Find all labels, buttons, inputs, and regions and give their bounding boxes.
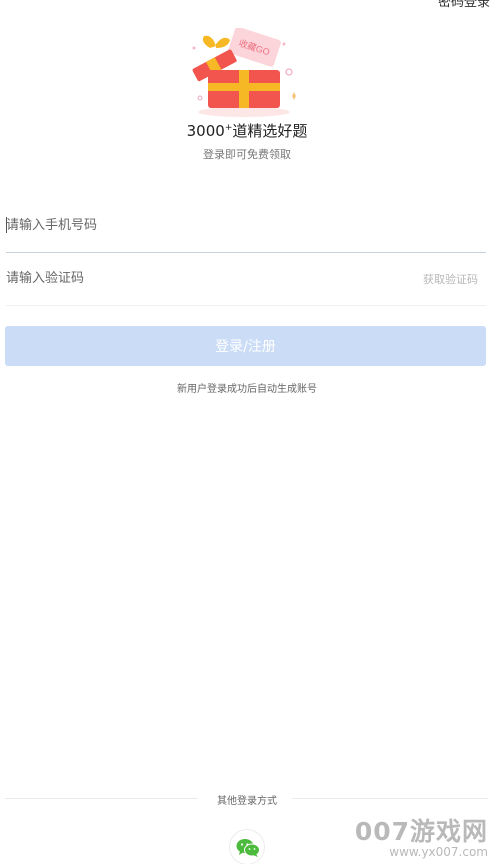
divider-right bbox=[292, 798, 488, 799]
watermark: 007游戏网 www.yx007.com bbox=[355, 812, 488, 859]
watermark-main: 007游戏网 bbox=[354, 817, 488, 846]
verification-code-input[interactable] bbox=[6, 251, 386, 305]
login-page: 密码登录 收藏GO 3000+道精选好题 登录即可免费领取 请输入手机号码 请输… bbox=[0, 0, 494, 864]
gift-box-icon: 收藏GO bbox=[192, 26, 296, 117]
gift-illustration: 收藏GO bbox=[186, 26, 308, 120]
code-field: 获取验证码 bbox=[6, 251, 486, 306]
phone-input[interactable] bbox=[6, 198, 386, 252]
login-register-button[interactable]: 登录/注册 bbox=[5, 326, 486, 366]
headline-number: 3000 bbox=[186, 122, 225, 140]
other-login-label: 其他登录方式 bbox=[217, 796, 277, 807]
auto-account-note: 新用户登录成功后自动生成账号 bbox=[177, 384, 317, 395]
banner-subtitle: 登录即可免费领取 bbox=[203, 148, 291, 161]
text-cursor bbox=[6, 217, 7, 233]
phone-field bbox=[6, 198, 486, 253]
wechat-login-button[interactable] bbox=[229, 829, 265, 864]
banner-headline: 3000+道精选好题 bbox=[0, 120, 494, 141]
password-login-link[interactable]: 密码登录 bbox=[438, 0, 490, 10]
headline-text: 道精选好题 bbox=[232, 122, 308, 140]
get-code-button[interactable]: 获取验证码 bbox=[423, 271, 478, 287]
wechat-icon bbox=[236, 839, 260, 857]
